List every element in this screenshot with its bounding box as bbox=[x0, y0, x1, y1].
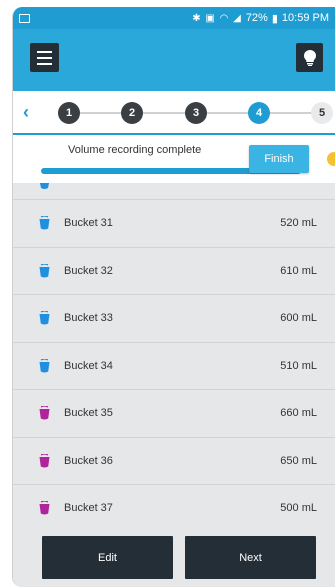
list-item-partial bbox=[13, 183, 335, 200]
bucket-volume: 650 mL bbox=[280, 454, 317, 467]
step-3[interactable]: 3 bbox=[185, 102, 207, 124]
step-4[interactable]: 4 bbox=[248, 102, 270, 124]
bucket-volume: 500 mL bbox=[280, 502, 317, 515]
screenshot-icon bbox=[19, 13, 30, 23]
bucket-name: Bucket 34 bbox=[64, 359, 113, 372]
list-item[interactable]: Bucket 33 600 mL bbox=[13, 295, 335, 343]
bucket-volume: 600 mL bbox=[280, 312, 317, 325]
lightbulb-icon[interactable] bbox=[296, 43, 323, 72]
bucket-icon bbox=[39, 406, 50, 420]
bucket-icon bbox=[39, 311, 50, 325]
bucket-volume: 660 mL bbox=[280, 407, 317, 420]
finish-button[interactable]: Finish bbox=[249, 145, 309, 173]
list-item[interactable]: Bucket 36 650 mL bbox=[13, 438, 335, 485]
status-right: ✱ ▣ ◠ ◢ 72% ▮ 10:59 PM bbox=[192, 12, 329, 25]
bucket-name: Bucket 31 bbox=[64, 217, 113, 230]
list-item[interactable]: Bucket 32 610 mL bbox=[13, 248, 335, 295]
bucket-icon bbox=[39, 453, 50, 468]
list-item[interactable]: Bucket 35 660 mL bbox=[13, 390, 335, 438]
list-item[interactable]: Bucket 34 510 mL bbox=[13, 343, 335, 390]
battery-icon: ▮ bbox=[271, 12, 278, 25]
edit-button[interactable]: Edit bbox=[42, 536, 173, 579]
bucket-icon bbox=[39, 358, 50, 373]
next-button[interactable]: Next bbox=[185, 536, 316, 579]
bucket-icon bbox=[39, 216, 50, 230]
bucket-name: Bucket 35 bbox=[64, 407, 113, 420]
bucket-name: Bucket 33 bbox=[64, 312, 113, 325]
bucket-volume: 610 mL bbox=[280, 264, 317, 277]
phone-screen: ✱ ▣ ◠ ◢ 72% ▮ 10:59 PM ‹ 1 2 3 4 5 Volum… bbox=[12, 7, 335, 587]
bucket-volume: 520 mL bbox=[280, 217, 317, 230]
back-arrow-icon[interactable]: ‹ bbox=[23, 102, 29, 123]
battery-level: 72% bbox=[245, 12, 268, 24]
step-2[interactable]: 2 bbox=[121, 102, 143, 124]
step-5[interactable]: 5 bbox=[311, 102, 333, 124]
bucket-name: Bucket 37 bbox=[64, 502, 113, 515]
completion-banner: Volume recording complete Finish bbox=[13, 135, 335, 183]
bucket-volume: 510 mL bbox=[280, 359, 317, 372]
bucket-name: Bucket 32 bbox=[64, 264, 113, 277]
hamburger-menu-icon[interactable] bbox=[30, 43, 59, 72]
step-indicator: ‹ 1 2 3 4 5 bbox=[13, 91, 335, 135]
step-1[interactable]: 1 bbox=[58, 102, 80, 124]
status-icons: ✱ ▣ ◠ ◢ bbox=[192, 12, 242, 24]
indicator-dot bbox=[327, 152, 335, 166]
app-bar bbox=[13, 29, 335, 91]
clock: 10:59 PM bbox=[281, 12, 329, 24]
status-bar: ✱ ▣ ◠ ◢ 72% ▮ 10:59 PM bbox=[13, 7, 335, 29]
bucket-name: Bucket 36 bbox=[64, 454, 113, 467]
bucket-icon bbox=[39, 263, 50, 278]
footer-actions: Edit Next bbox=[13, 527, 335, 587]
bucket-list[interactable]: Bucket 31 520 mL Bucket 32 610 mL Bucket 33 6… bbox=[13, 183, 335, 527]
list-item[interactable]: Bucket 37 500 mL bbox=[13, 485, 335, 527]
list-item[interactable]: Bucket 31 520 mL bbox=[13, 200, 335, 248]
bucket-icon bbox=[39, 501, 50, 515]
banner-message: Volume recording complete bbox=[68, 144, 202, 156]
